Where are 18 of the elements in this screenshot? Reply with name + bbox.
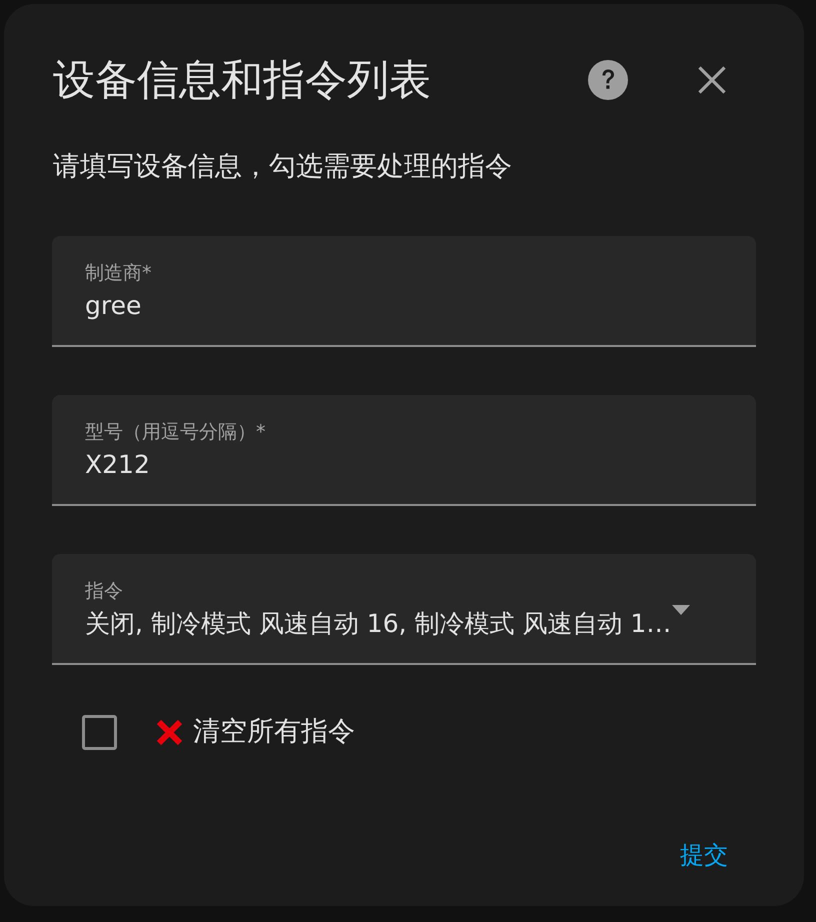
field-value: 关闭, 制冷模式 风速自动 16, 制冷模式 风速自动 1… <box>85 608 672 640</box>
dropdown-caret-icon[interactable] <box>672 605 690 615</box>
close-icon[interactable] <box>698 66 726 94</box>
cross-mark-icon <box>156 718 183 746</box>
checkbox-label[interactable]: 清空所有指令 <box>193 714 355 750</box>
checkbox[interactable] <box>82 714 117 750</box>
dialog-title: 设备信息和指令列表 <box>53 54 432 106</box>
select-field[interactable]: 指令 关闭, 制冷模式 风速自动 16, 制冷模式 风速自动 1… <box>52 554 756 665</box>
help-icon[interactable] <box>588 60 628 100</box>
text-field[interactable]: 型号（用逗号分隔）* X212 <box>52 395 756 506</box>
field-value: gree <box>85 290 142 322</box>
field-value: X212 <box>85 449 150 481</box>
field-label: 制造商* <box>85 261 152 285</box>
field-label: 型号（用逗号分隔）* <box>85 420 266 444</box>
field-label: 指令 <box>85 579 123 603</box>
submit-button[interactable]: 提交 <box>672 835 736 875</box>
text-field[interactable]: 制造商* gree <box>52 236 756 347</box>
dialog-description: 请填写设备信息，勾选需要处理的指令 <box>53 150 513 184</box>
